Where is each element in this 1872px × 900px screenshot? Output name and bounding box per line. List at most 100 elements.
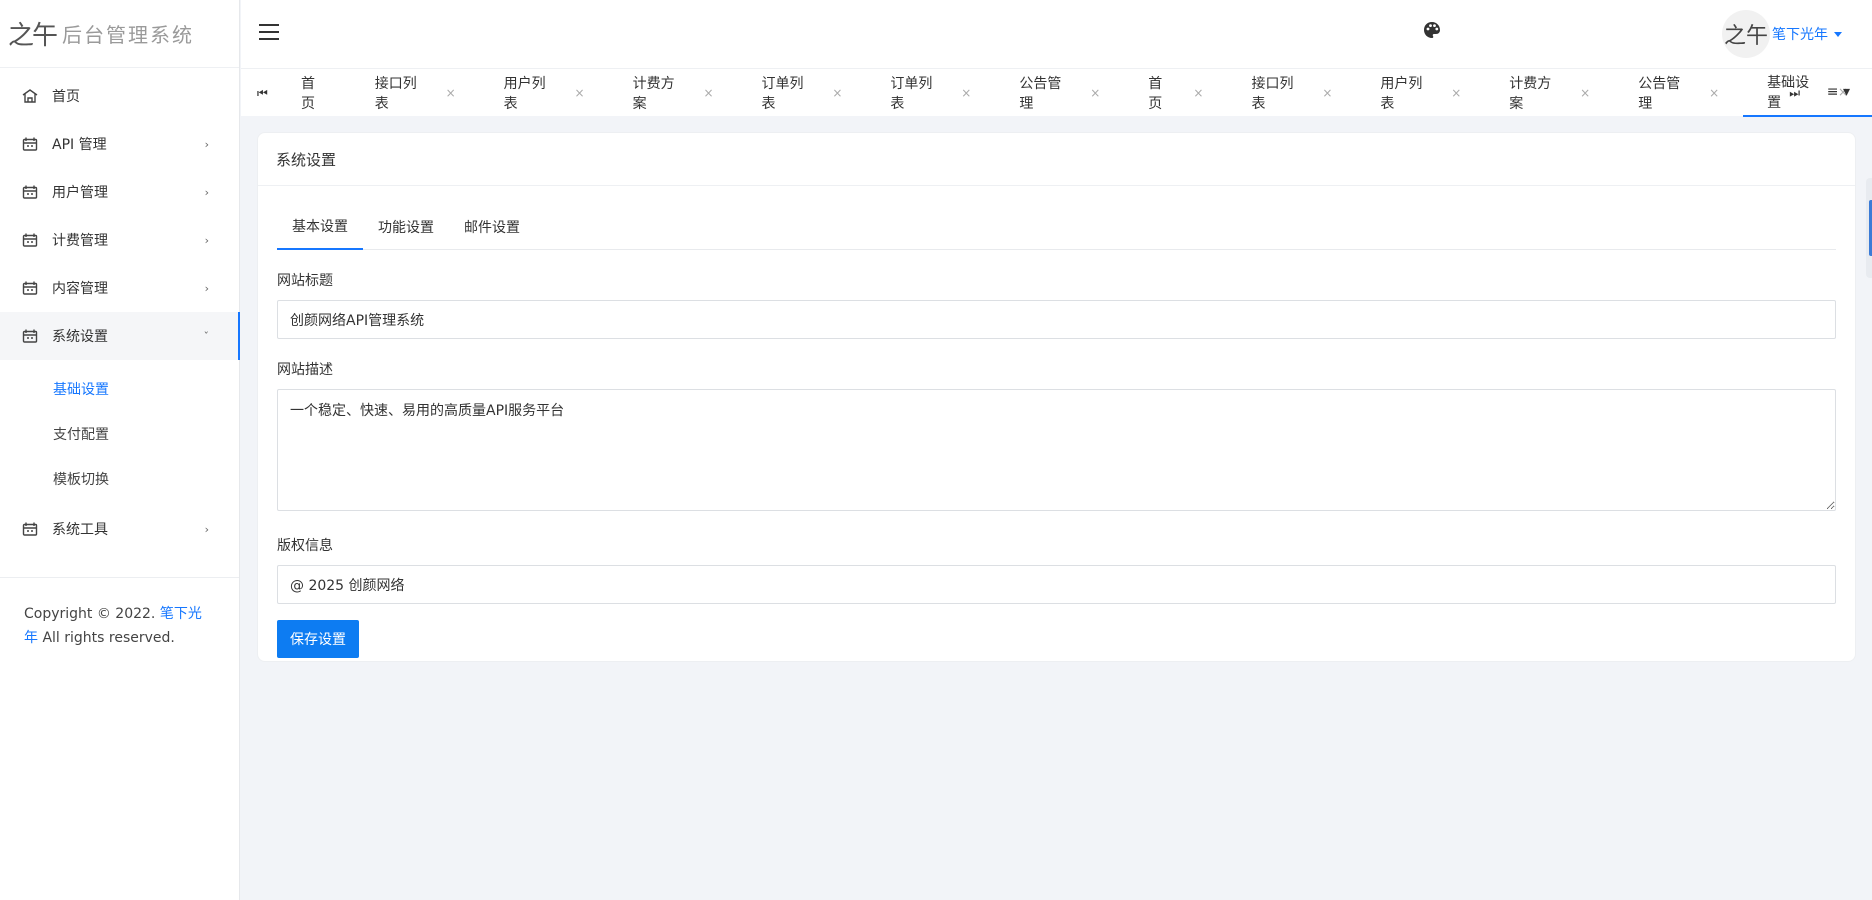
tab-label: 接口列表 [374,76,417,112]
sidebar-item-api[interactable]: API 管理 › [0,120,239,168]
tab-label: 订单列表 [890,76,933,112]
chevron-right-icon: › [204,281,209,295]
sidebar-item-label: 内容管理 [52,281,108,297]
sidebar-item-billing[interactable]: 计费管理 › [0,216,239,264]
hamburger-menu-icon[interactable] [259,24,279,40]
close-icon[interactable]: × [1451,86,1461,100]
chevron-right-icon: › [204,522,209,536]
copyright-info-label: 版权信息 [277,538,333,554]
tab-function[interactable]: 功能设置 [363,204,449,250]
copyright-suffix: All rights reserved. [42,630,175,646]
sidebar-item-system-settings[interactable]: 系统设置 ˇ [0,312,240,360]
calendar-icon [22,233,38,247]
close-icon[interactable]: × [1709,86,1719,100]
brand-logo: 之午 [8,21,58,51]
chevron-down-icon: ˇ [203,329,210,343]
tab-announcements[interactable]: 公告管理 × [995,69,1124,117]
user-name: 笔下光年 [1772,27,1828,43]
user-menu[interactable]: 笔下光年 [1772,24,1842,44]
tab-api-list-2[interactable]: 接口列表 × [1227,69,1356,117]
skip-next-icon[interactable]: ⏭ [1789,86,1800,101]
topbar: 之午 笔下光年 [241,0,1872,68]
tab-label: 接口列表 [1251,76,1294,112]
calendar-icon [22,185,38,199]
settings-card: 系统设置 基本设置 功能设置 邮件设置 网站标题 网站描述 一个稳定、快速、易用… [257,132,1856,662]
tab-label: 公告管理 [1638,76,1681,112]
tab-label: 计费方案 [1509,76,1552,112]
tab-label: 订单列表 [761,76,804,112]
sidebar-item-users[interactable]: 用户管理 › [0,168,239,216]
sidebar-item-system-tools[interactable]: 系统工具 › [0,505,239,553]
tab-label: 用户列表 [1380,76,1423,112]
close-icon[interactable]: × [1580,86,1590,100]
brand[interactable]: 之午 后台管理系统 [0,0,239,68]
tab-label: 首页 [1148,76,1163,112]
close-icon[interactable]: × [575,86,585,100]
close-icon[interactable]: × [703,86,713,100]
sidebar-item-label: 系统设置 [52,329,108,345]
tab-api-list[interactable]: 接口列表 × [351,69,480,117]
sidebar-item-label: 用户管理 [52,185,108,201]
brand-name: 后台管理系统 [62,23,195,47]
chevron-right-icon: › [204,185,209,199]
sidebar-item-home[interactable]: 首页 [0,72,239,120]
sidebar-subitem-template-switch[interactable]: 模板切换 [0,456,239,501]
sidebar-item-label: 首页 [52,89,80,105]
tab-list: 首页 接口列表 × 用户列表 × 计费方案 × 订单列表 × 订单列表 × 公告管理 × 首… [277,69,1872,117]
close-icon[interactable]: × [446,86,456,100]
tab-label: 首页 [301,76,315,112]
tab-user-list[interactable]: 用户列表 × [480,69,609,117]
caret-down-icon [1834,31,1842,37]
close-icon[interactable]: × [1322,86,1332,100]
site-description-label: 网站描述 [277,362,333,378]
sidebar-item-content[interactable]: 内容管理 › [0,264,239,312]
home-icon [22,89,38,103]
sidebar-copyright: Copyright © 2022. 笔下光年 All rights reserv… [0,578,239,650]
settings-tabs: 基本设置 功能设置 邮件设置 [277,204,1836,250]
tab-billing-plans[interactable]: 计费方案 × [609,69,738,117]
tab-order-list[interactable]: 订单列表 × [738,69,867,117]
close-icon[interactable]: × [961,86,971,100]
side-drawer-handle[interactable] [1866,178,1872,278]
close-icon[interactable]: × [832,86,842,100]
sidebar-nav: 首页 API 管理 › 用户管理 › 计费管理 › 内容管理 › 系统设置 ˇ … [0,68,240,553]
sidebar-subitem-basic-settings[interactable]: 基础设置 [0,366,239,411]
tab-billing-plans-2[interactable]: 计费方案 × [1485,69,1614,117]
site-title-input[interactable] [277,300,1836,339]
tab-label: 公告管理 [1019,76,1062,112]
close-icon[interactable]: × [1090,86,1100,100]
sidebar-subitem-payment-config[interactable]: 支付配置 [0,411,239,456]
save-settings-button[interactable]: 保存设置 [277,620,359,658]
avatar[interactable]: 之午 [1722,10,1770,58]
calendar-icon [22,281,38,295]
card-body: 基本设置 功能设置 邮件设置 网站标题 网站描述 一个稳定、快速、易用的高质量A… [258,186,1855,658]
tab-announcements-2[interactable]: 公告管理 × [1614,69,1743,117]
tab-label: 用户列表 [503,76,546,112]
palette-icon[interactable] [1422,20,1442,40]
sidebar-item-label: API 管理 [52,137,107,153]
tab-home-2[interactable]: 首页 × [1124,69,1227,117]
close-icon[interactable]: × [1193,86,1203,100]
sidebar: 之午 后台管理系统 首页 API 管理 › 用户管理 › 计费管理 › 内容管理… [0,0,240,900]
skip-previous-icon[interactable]: ⏮ [257,86,268,101]
tab-home[interactable]: 首页 [277,69,351,117]
tab-basic[interactable]: 基本设置 [277,204,363,250]
sidebar-item-label: 计费管理 [52,233,108,249]
site-description-input[interactable]: 一个稳定、快速、易用的高质量API服务平台 [277,389,1836,511]
tab-order-list-2[interactable]: 订单列表 × [866,69,995,117]
card-title: 系统设置 [258,133,1855,186]
tab-user-list-2[interactable]: 用户列表 × [1356,69,1485,117]
chevron-right-icon: › [204,233,209,247]
tab-basic-settings[interactable]: 基础设置 × [1743,69,1872,117]
sidebar-submenu: 基础设置 支付配置 模板切换 [0,360,239,505]
calendar-icon [22,329,38,343]
tab-email[interactable]: 邮件设置 [449,204,535,250]
copyright-prefix: Copyright © 2022. [24,606,156,622]
copyright-info-input[interactable] [277,565,1836,604]
calendar-icon [22,137,38,151]
chevron-right-icon: › [204,137,209,151]
tab-label: 计费方案 [632,76,675,112]
sidebar-item-label: 系统工具 [52,522,108,538]
site-title-label: 网站标题 [277,273,333,289]
tab-menu-icon[interactable]: ≡ ▾ [1827,84,1850,100]
